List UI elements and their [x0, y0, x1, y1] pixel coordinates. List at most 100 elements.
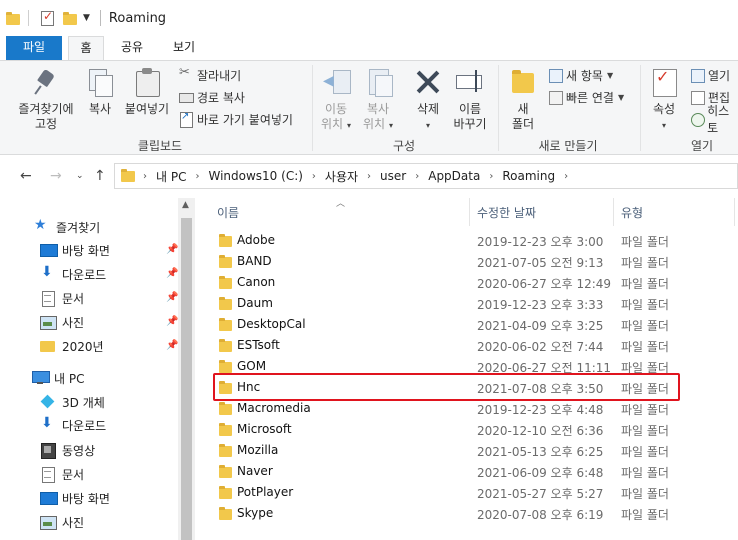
file-date: 2021-07-05 오전 9:13 [477, 256, 604, 270]
breadcrumb-roaming[interactable]: Roaming [502, 169, 555, 183]
pin-icon[interactable]: 📌 [166, 268, 178, 279]
tab-view[interactable]: 보기 [164, 36, 204, 60]
chevron-right-icon[interactable]: › [312, 171, 316, 182]
file-row[interactable]: Adobe 2019-12-23 오후 3:00 파일 폴더 [196, 230, 738, 251]
breadcrumb-this-pc[interactable]: 내 PC [156, 168, 186, 185]
sidebar-item-videos[interactable]: 동영상 [40, 439, 95, 461]
file-list: ︿ 이름 수정한 날짜 유형 Adobe 2019-12-23 오후 3:00 … [196, 198, 738, 540]
delete-button[interactable]: 삭제 ▾ [410, 67, 446, 133]
move-to-button[interactable]: 이동 위치▾ [318, 67, 354, 133]
column-header-date[interactable]: 수정한 날짜 [477, 204, 536, 221]
column-divider[interactable] [613, 198, 614, 226]
paste-button[interactable]: 붙여넣기 [120, 67, 174, 117]
file-row[interactable]: Canon 2020-06-27 오후 12:49 파일 폴더 [196, 272, 738, 293]
back-arrow-icon[interactable]: ← [20, 168, 32, 184]
sidebar-item-downloads[interactable]: 다운로드 [40, 414, 106, 436]
delete-caret-icon: ▾ [425, 121, 430, 130]
sidebar-item-quick-access[interactable]: 즐겨찾기 [34, 216, 100, 238]
easy-access-button[interactable]: 빠른 연결 ▼ [548, 88, 624, 106]
file-type: 파일 폴더 [621, 508, 669, 522]
column-divider[interactable] [734, 198, 735, 226]
file-row[interactable]: PotPlayer 2021-05-27 오후 5:27 파일 폴더 [196, 482, 738, 503]
column-divider[interactable] [469, 198, 470, 226]
sidebar-item-this-pc[interactable]: 내 PC [32, 367, 84, 389]
address-bar[interactable]: › 내 PC › Windows10 (C:) › 사용자 › user › A… [114, 163, 738, 189]
sort-ascending-icon: ︿ [336, 199, 346, 209]
properties-quick-icon[interactable] [41, 9, 54, 26]
sidebar-item-desktop[interactable]: 바탕 화면 [40, 487, 110, 509]
tab-file[interactable]: 파일 [6, 36, 62, 60]
sidebar-scrollbar[interactable]: ▲ [178, 198, 195, 540]
chevron-right-icon[interactable]: › [367, 171, 371, 182]
star-icon [34, 217, 50, 234]
forward-arrow-icon[interactable]: → [50, 168, 62, 184]
tab-share[interactable]: 공유 [114, 36, 150, 60]
folder-icon [219, 297, 232, 310]
pin-icon[interactable]: 📌 [166, 340, 178, 351]
paste-icon [132, 67, 162, 97]
file-row[interactable]: Microsoft 2020-12-10 오전 6:36 파일 폴더 [196, 419, 738, 440]
sidebar-item-pictures[interactable]: 사진 [40, 511, 84, 533]
sidebar-item-pictures-pinned[interactable]: 사진 [40, 311, 84, 333]
breadcrumb-user[interactable]: user [380, 169, 406, 183]
open-button[interactable]: 열기 [690, 66, 730, 84]
new-folder-button[interactable]: 새 폴더 [506, 67, 540, 132]
column-header-type[interactable]: 유형 [621, 204, 643, 221]
column-header-name[interactable]: 이름 [217, 204, 239, 221]
up-arrow-icon[interactable]: ↑ [94, 168, 106, 184]
copy-to-button[interactable]: 복사 위치 ▾ [360, 67, 396, 133]
file-name: BAND [237, 254, 272, 268]
file-name: Macromedia [237, 401, 311, 415]
breadcrumb-drive[interactable]: Windows10 (C:) [208, 169, 302, 183]
scrollbar-thumb[interactable] [181, 218, 192, 540]
file-date: 2021-05-13 오후 6:25 [477, 445, 604, 459]
organize-group-label: 구성 [392, 139, 416, 153]
history-button[interactable]: 히스토 [690, 104, 738, 135]
cut-button[interactable]: 잘라내기 [179, 65, 241, 84]
tab-home[interactable]: 홈 [68, 36, 104, 61]
sidebar-item-documents-pinned[interactable]: 문서 [40, 287, 84, 309]
chevron-right-icon[interactable]: › [195, 171, 199, 182]
pictures-icon [40, 315, 57, 330]
scroll-up-icon[interactable]: ▲ [182, 200, 189, 210]
sidebar-item-2020-folder[interactable]: 2020년 [40, 335, 104, 357]
file-row[interactable]: BAND 2021-07-05 오전 9:13 파일 폴더 [196, 251, 738, 272]
pin-icon[interactable]: 📌 [166, 292, 178, 303]
file-date: 2019-12-23 오후 3:33 [477, 298, 604, 312]
file-name: Mozilla [237, 443, 279, 457]
pin-icon[interactable]: 📌 [166, 244, 178, 255]
sidebar-item-label: 문서 [62, 467, 85, 482]
file-row[interactable]: Macromedia 2019-12-23 오후 4:48 파일 폴더 [196, 398, 738, 419]
breadcrumb-appdata[interactable]: AppData [428, 169, 480, 183]
copy-path-button[interactable]: 경로 복사 [179, 88, 245, 106]
file-row[interactable]: Skype 2020-07-08 오후 6:19 파일 폴더 [196, 503, 738, 524]
new-item-button[interactable]: 새 항목 ▼ [548, 66, 613, 84]
file-name: DesktopCal [237, 317, 306, 331]
rename-button[interactable]: 이름 바꾸기 [450, 67, 490, 132]
properties-button[interactable]: 속성 ▾ [648, 67, 680, 133]
edit-icon [690, 90, 705, 105]
file-row[interactable]: Mozilla 2021-05-13 오후 6:25 파일 폴더 [196, 440, 738, 461]
file-name: Canon [237, 275, 276, 289]
copy-button[interactable]: 복사 [82, 67, 118, 117]
chevron-right-icon[interactable]: › [564, 171, 568, 182]
breadcrumb-users[interactable]: 사용자 [325, 168, 358, 185]
file-row[interactable]: Naver 2021-06-09 오후 6:48 파일 폴더 [196, 461, 738, 482]
file-row[interactable]: DesktopCal 2021-04-09 오후 3:25 파일 폴더 [196, 314, 738, 335]
sidebar-item-downloads-pinned[interactable]: 다운로드 [40, 263, 106, 285]
sidebar-item-3d-objects[interactable]: 3D 개체 [40, 391, 105, 413]
chevron-right-icon[interactable]: › [415, 171, 419, 182]
chevron-right-icon[interactable]: › [143, 171, 147, 182]
chevron-right-icon[interactable]: › [489, 171, 493, 182]
file-row[interactable]: Daum 2019-12-23 오후 3:33 파일 폴더 [196, 293, 738, 314]
customize-quick-access-icon[interactable]: ▼ [83, 13, 90, 23]
paste-shortcut-button[interactable]: 바로 가기 붙여넣기 [179, 110, 293, 128]
sidebar-item-desktop-pinned[interactable]: 바탕 화면 [40, 239, 110, 261]
new-folder-quick-icon[interactable] [63, 11, 77, 25]
pin-icon[interactable]: 📌 [166, 316, 178, 327]
pin-to-quick-access-button[interactable]: 즐겨찾기에 고정 [14, 67, 78, 132]
title-divider [99, 10, 101, 26]
sidebar-item-documents[interactable]: 문서 [40, 463, 84, 485]
recent-locations-icon[interactable]: ⌄ [76, 171, 84, 181]
file-row[interactable]: ESTsoft 2020-06-02 오전 7:44 파일 폴더 [196, 335, 738, 356]
